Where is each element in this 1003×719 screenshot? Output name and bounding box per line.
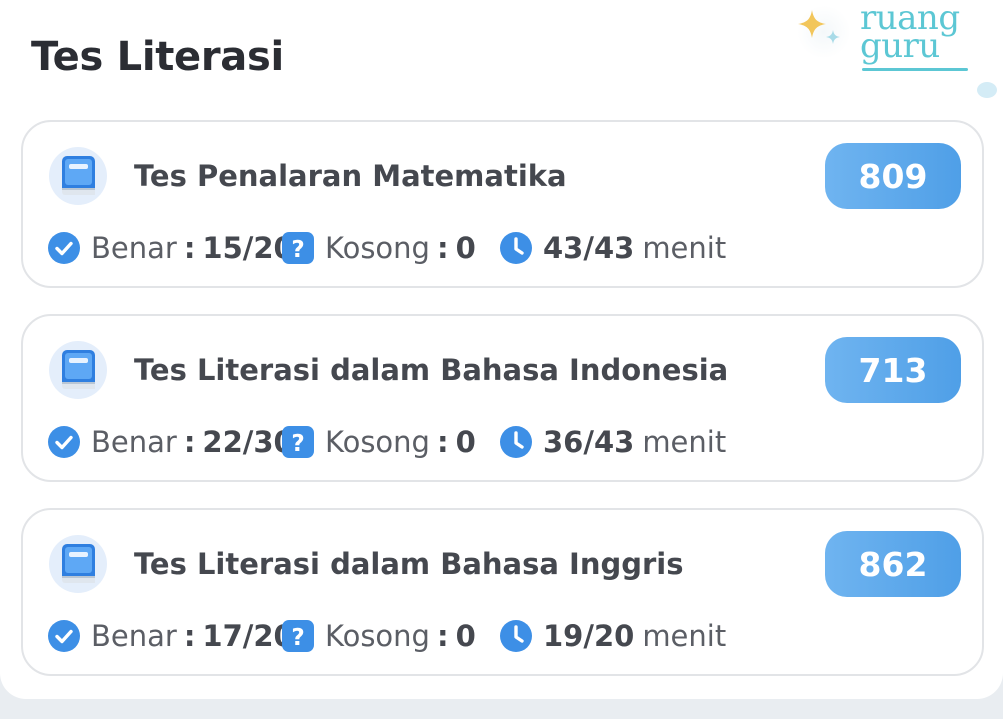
ruangguru-logo: ruang guru [796,0,976,86]
time-value: 19/20 [543,619,635,653]
book-icon [49,535,107,593]
test-result-card[interactable]: Tes Literasi dalam Bahasa Indonesia 713 … [21,314,984,482]
test-result-card[interactable]: Tes Literasi dalam Bahasa Inggris 862 Be… [21,508,984,676]
sparkle-small-icon [826,30,840,44]
clock-icon [500,620,532,652]
page-title: Tes Literasi [31,34,284,80]
svg-text:?: ? [291,237,304,263]
kosong-value: 0 [455,231,476,265]
kosong-value: 0 [455,425,476,459]
score-badge: 809 [825,143,961,209]
stat-time: 43/43 menit [499,231,726,265]
clock-icon [500,232,532,264]
kosong-value: 0 [455,619,476,653]
result-panel: Tes Literasi ruang guru Tes Penalaran Ma… [0,0,1003,699]
test-name: Tes Literasi dalam Bahasa Indonesia [134,353,729,387]
test-name: Tes Literasi dalam Bahasa Inggris [134,547,684,581]
test-stats: Benar : 22/30 ? Kosong : 0 36/43 menit [47,422,726,462]
check-circle-icon [48,620,80,652]
stat-time: 19/20 menit [499,619,726,653]
question-icon: ? [282,426,314,458]
book-icon [49,341,107,399]
stat-benar: Benar : 15/20 [47,231,294,265]
check-circle-icon [48,426,80,458]
clock-icon [500,426,532,458]
test-result-card[interactable]: Tes Penalaran Matematika 809 Benar : 15/… [21,120,984,288]
test-stats: Benar : 17/20 ? Kosong : 0 19/20 menit [47,616,726,656]
svg-text:?: ? [291,625,304,651]
check-circle-icon [48,232,80,264]
stat-kosong: ? Kosong : 0 [281,619,499,653]
stat-kosong: ? Kosong : 0 [281,231,499,265]
stat-benar: Benar : 17/20 [47,619,294,653]
score-badge: 713 [825,337,961,403]
time-value: 36/43 [543,425,635,459]
background-decoration [977,82,997,98]
book-icon [49,147,107,205]
logo-wordmark: ruang guru [860,0,960,66]
question-icon: ? [282,620,314,652]
stat-time: 36/43 menit [499,425,726,459]
question-icon: ? [282,232,314,264]
svg-text:?: ? [291,431,304,457]
score-badge: 862 [825,531,961,597]
test-stats: Benar : 15/20 ? Kosong : 0 43/43 menit [47,228,726,268]
sparkle-icon [798,10,826,38]
stat-kosong: ? Kosong : 0 [281,425,499,459]
stat-benar: Benar : 22/30 [47,425,294,459]
test-name: Tes Penalaran Matematika [134,159,567,193]
time-value: 43/43 [543,231,635,265]
